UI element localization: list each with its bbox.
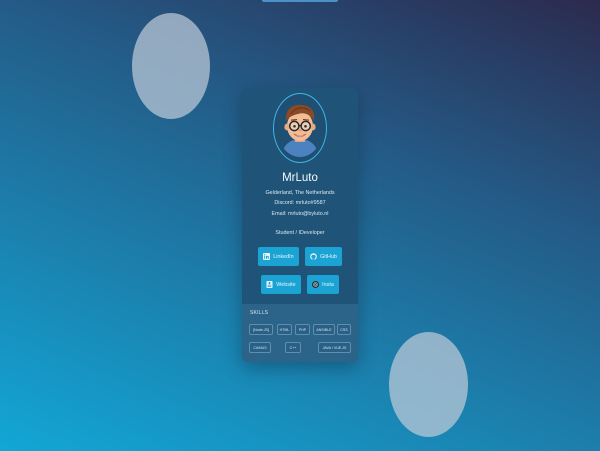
profile-email: Email: mrluto@byluto.nl: [271, 211, 329, 217]
skills-panel: SKILLS [Node.JS] HTML PHP ANSIBLE CSS C#…: [242, 304, 358, 362]
linkedin-label: LinkedIn: [273, 253, 294, 260]
avatar-ring: [273, 93, 327, 163]
profile-role: Student / IDeveloper: [275, 230, 325, 236]
profile-location: Gelderland, The Netherlands: [265, 190, 335, 196]
profile-discord: Discord: mrluto#9587: [274, 200, 326, 206]
top-indicator: [262, 0, 338, 2]
linkedin-button[interactable]: LinkedIn: [258, 247, 299, 266]
website-icon: [266, 281, 273, 288]
skill-chip: HTML: [277, 324, 292, 335]
website-button[interactable]: Website: [261, 275, 301, 294]
linkedin-icon: [263, 253, 271, 260]
avatar: [277, 99, 323, 157]
instagram-label: Insta: [322, 281, 334, 288]
instagram-button[interactable]: Insta: [307, 275, 339, 294]
github-button[interactable]: GitHub: [305, 247, 342, 266]
memoji-avatar-icon: [277, 99, 323, 157]
skill-chip: [Node.JS]: [249, 324, 273, 335]
skill-chip: C#/NUS: [249, 342, 271, 353]
decorative-bubble: [132, 13, 210, 119]
skill-chip: C++: [285, 342, 301, 353]
skill-chip: ANSIBLE: [313, 324, 335, 335]
github-label: GitHub: [320, 253, 337, 260]
github-icon: [310, 253, 317, 260]
website-label: Website: [276, 281, 296, 288]
skill-chip: CSS: [337, 324, 351, 335]
instagram-icon: [312, 281, 320, 288]
decorative-bubble: [389, 332, 468, 437]
skill-chip: PHP: [295, 324, 310, 335]
skill-chip: JAVA / VUE.JS: [318, 342, 351, 353]
profile-name: MrLuto: [282, 172, 318, 184]
skills-title: SKILLS: [250, 310, 269, 316]
profile-card: MrLuto Gelderland, The Netherlands Disco…: [242, 88, 358, 362]
